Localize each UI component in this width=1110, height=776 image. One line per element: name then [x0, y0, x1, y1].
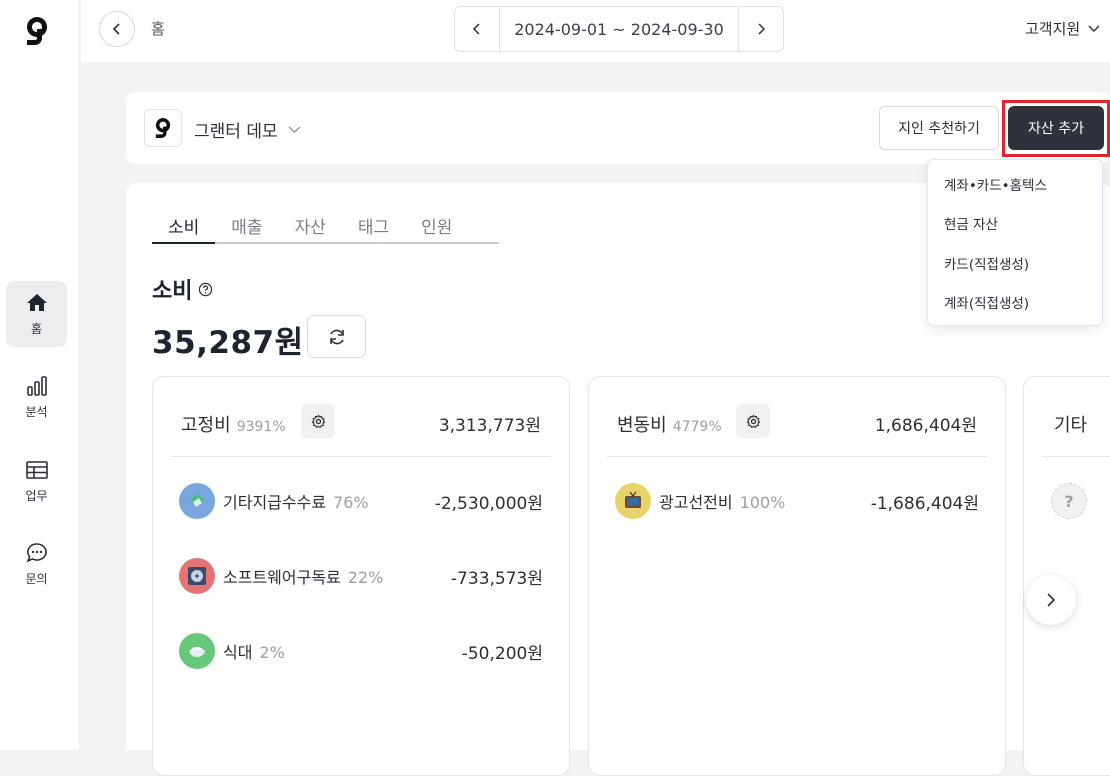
sidebar-item-label: 문의	[25, 572, 48, 586]
section-title: 소비	[152, 273, 213, 305]
item-value: -1,686,404원	[870, 493, 979, 514]
sidebar: 홈 분석 업무 문의	[0, 0, 80, 750]
breadcrumb: 홈	[151, 20, 165, 38]
category-percent: 4779%	[672, 419, 722, 435]
menu-item-cash-asset[interactable]: 현금 자산	[928, 204, 1102, 244]
category-title: 변동비 4779%	[617, 411, 722, 437]
list-item-label: 광고선전비 100%	[659, 489, 785, 513]
list-item[interactable]: 소프트웨어구독료 22% -733,573원	[179, 558, 543, 594]
item-percent: 22%	[347, 568, 384, 587]
org-logo	[144, 109, 182, 147]
category-title: 고정비 9391%	[181, 411, 286, 437]
sidebar-item-label: 업무	[25, 489, 48, 503]
item-value: -50,200원	[461, 643, 543, 664]
chevron-down-icon	[288, 126, 301, 133]
org-selector[interactable]: 그랜터 데모	[194, 117, 301, 142]
section-title-text: 소비	[152, 279, 193, 304]
tab-tags[interactable]: 태그	[342, 213, 405, 242]
add-asset-button[interactable]: 자산 추가	[1008, 106, 1104, 150]
list-item-label: 식대 2%	[223, 639, 285, 663]
tv-icon	[615, 483, 651, 519]
table-icon	[25, 461, 48, 479]
category-settings-button[interactable]	[301, 404, 335, 438]
menu-item-card-manual[interactable]: 카드(직접생성)	[928, 243, 1102, 283]
sidebar-item-inquiry[interactable]: 문의	[6, 531, 67, 597]
app-logo[interactable]	[23, 14, 51, 48]
chevron-left-icon	[472, 23, 480, 35]
item-percent: 2%	[259, 643, 285, 662]
support-label: 고객지원	[1025, 20, 1081, 38]
list-item[interactable]: 기타지급수수료 76% -2,530,000원	[179, 483, 543, 519]
item-name: 식대	[223, 643, 253, 662]
category-name: 기타	[1054, 415, 1088, 436]
sidebar-item-label: 분석	[25, 405, 48, 419]
date-range-picker[interactable]: 2024-09-01 ~ 2024-09-30	[454, 6, 784, 52]
category-percent: 9391%	[236, 419, 286, 435]
item-value: -733,573원	[450, 568, 543, 589]
sidebar-item-home[interactable]: 홈	[6, 281, 67, 347]
divider	[607, 456, 987, 457]
sidebar-item-analysis[interactable]: 분석	[6, 364, 67, 430]
fee-icon	[179, 483, 215, 519]
chevron-down-icon	[1088, 25, 1100, 32]
list-item[interactable]: 식대 2% -50,200원	[179, 633, 543, 669]
add-asset-menu: 계좌•카드•홈텍스 현금 자산 카드(직접생성) 계좌(직접생성)	[927, 159, 1103, 326]
recommend-friend-button[interactable]: 지인 추천하기	[879, 106, 999, 150]
chevron-left-icon	[112, 23, 120, 35]
back-button[interactable]	[99, 11, 135, 47]
org-name: 그랜터 데모	[194, 122, 278, 142]
bar-chart-icon	[26, 376, 47, 396]
list-item-label: 기타지급수수료 76%	[223, 489, 369, 513]
tab-assets[interactable]: 자산	[279, 213, 342, 242]
tab-members[interactable]: 인원	[405, 213, 468, 242]
item-value: -2,530,000원	[434, 493, 543, 514]
divider	[1042, 456, 1110, 457]
sidebar-item-tasks[interactable]: 업무	[6, 448, 67, 514]
sidebar-item-label: 홈	[30, 322, 43, 336]
next-month-button[interactable]	[738, 7, 783, 51]
home-icon	[26, 294, 47, 311]
tab-bar: 소비 매출 자산 태그 인원	[152, 213, 499, 244]
category-name: 고정비	[181, 415, 231, 436]
help-icon[interactable]	[198, 282, 213, 297]
item-name: 소프트웨어구독료	[223, 568, 341, 587]
chevron-right-icon	[1047, 593, 1056, 607]
unknown-icon: ?	[1051, 483, 1087, 519]
item-name: 광고선전비	[659, 493, 733, 512]
item-percent: 100%	[739, 493, 786, 512]
tab-sales[interactable]: 매출	[215, 213, 278, 242]
date-range-text[interactable]: 2024-09-01 ~ 2024-09-30	[500, 7, 738, 51]
gear-icon	[746, 414, 760, 428]
refresh-icon	[329, 329, 344, 344]
top-bar: 홈 2024-09-01 ~ 2024-09-30 고객지원	[81, 0, 1110, 62]
category-settings-button[interactable]	[736, 404, 770, 438]
org-header: 그랜터 데모 지인 추천하기 자산 추가	[126, 92, 1110, 164]
next-card-button[interactable]	[1026, 575, 1076, 625]
prev-month-button[interactable]	[455, 7, 500, 51]
menu-item-account-card-hometax[interactable]: 계좌•카드•홈텍스	[928, 164, 1102, 204]
refresh-button[interactable]	[307, 315, 366, 358]
list-item[interactable]: 광고선전비 100% -1,686,404원	[615, 483, 979, 519]
menu-item-account-manual[interactable]: 계좌(직접생성)	[928, 283, 1102, 323]
category-card-fixed: 고정비 9391% 3,313,773원 기타지급수수료 76% -2,530,…	[152, 376, 570, 776]
category-card-variable: 변동비 4779% 1,686,404원 광고선전비 100% -1,686,4…	[588, 376, 1006, 776]
tab-spending[interactable]: 소비	[152, 213, 216, 244]
item-name: 기타지급수수료	[223, 493, 327, 512]
category-title: 기타	[1054, 411, 1087, 437]
category-card-other: 기타 ?	[1023, 376, 1110, 776]
list-item-label: 소프트웨어구독료 22%	[223, 564, 383, 588]
support-menu[interactable]: 고객지원	[1025, 18, 1100, 39]
category-amount: 3,313,773원	[438, 416, 541, 436]
item-percent: 76%	[333, 493, 369, 512]
chat-icon	[26, 543, 47, 563]
chevron-right-icon	[758, 23, 766, 35]
software-disc-icon	[179, 558, 215, 594]
gear-icon	[311, 414, 325, 428]
divider	[171, 456, 551, 457]
meal-bowl-icon	[179, 633, 215, 669]
total-amount: 35,287원	[152, 325, 304, 361]
category-amount: 1,686,404원	[874, 416, 977, 436]
category-name: 변동비	[617, 415, 667, 436]
